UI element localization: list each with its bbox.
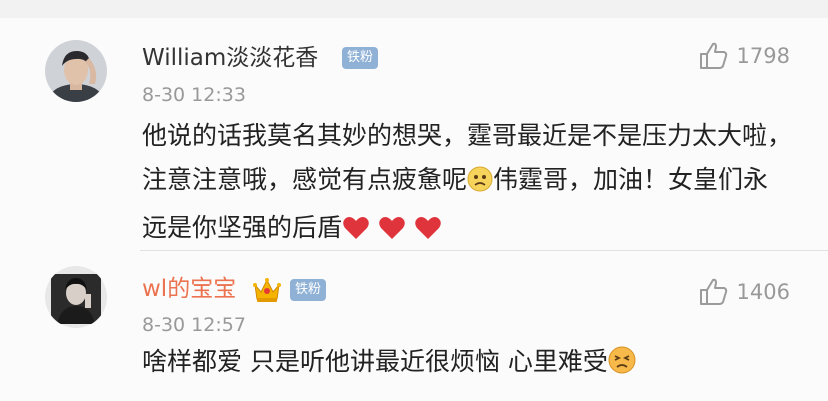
comment-text-part: 啥样都爱 只是听他讲最近很烦恼 心里难受 (142, 347, 608, 376)
avatar-image (45, 266, 107, 328)
top-strip (0, 0, 828, 18)
timestamp: 8-30 12:57 (142, 314, 246, 336)
like-button[interactable]: 1798 (699, 42, 790, 70)
avatar[interactable] (45, 266, 107, 328)
fan-badge: 铁粉 (342, 47, 379, 69)
fan-badge: 铁粉 (290, 279, 327, 301)
thumbs-up-icon (699, 278, 727, 305)
avatar-image (45, 40, 107, 102)
heart-icon (378, 210, 406, 254)
avatar[interactable] (45, 40, 107, 102)
heart-icon (414, 210, 442, 254)
like-count: 1406 (736, 280, 790, 304)
username[interactable]: William淡淡花香 (142, 44, 318, 72)
timestamp: 8-30 12:33 (142, 84, 246, 106)
thumbs-up-icon (699, 42, 727, 69)
comment-text: 他说的话我莫名其妙的想哭，霆哥最近是不是压力太大啦，注意注意哦，感觉有点疲惫呢伟… (142, 114, 792, 254)
worried-face-icon (467, 162, 493, 206)
comment-text: 啥样都爱 只是听他讲最近很烦恼 心里难受 (142, 342, 792, 386)
persevering-face-icon (608, 346, 636, 386)
comment-item: wl的宝宝 铁粉 8-30 12:57 1406 啥样都爱 只是听他讲最近很烦恼… (0, 250, 828, 401)
username[interactable]: wl的宝宝 (142, 275, 236, 303)
like-count: 1798 (736, 44, 790, 68)
heart-icon (342, 210, 370, 254)
comment-item: William淡淡花香 铁粉 8-30 12:33 1798 他说的话我莫名其妙… (0, 18, 828, 250)
like-button[interactable]: 1406 (699, 278, 790, 306)
crown-icon (252, 276, 282, 304)
